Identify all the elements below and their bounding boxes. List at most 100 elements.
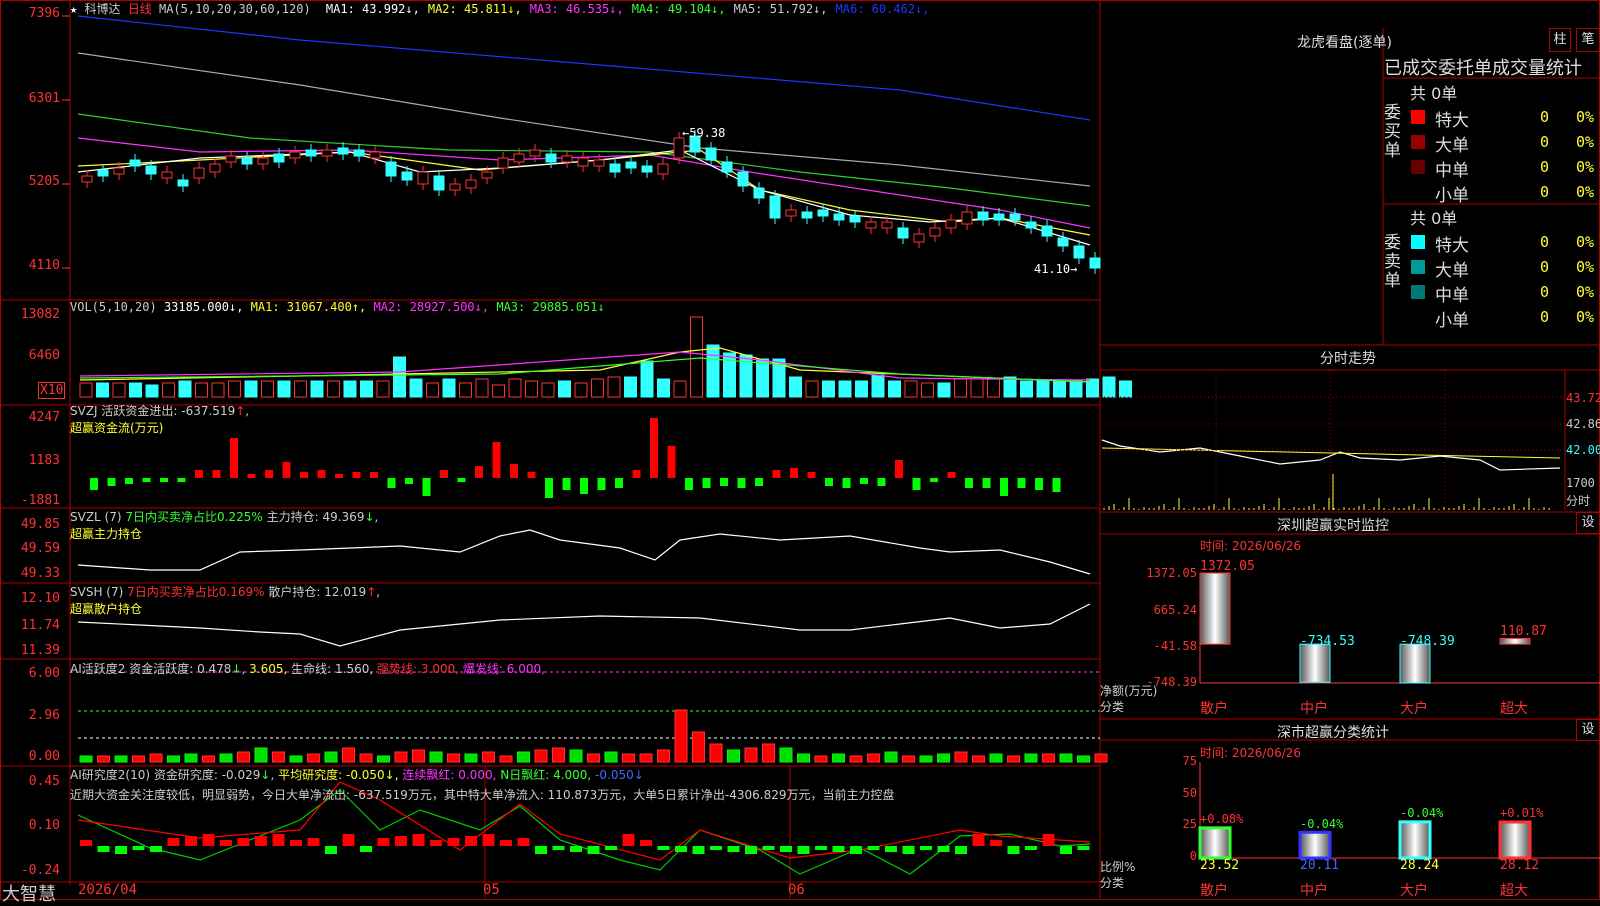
flow-bar: [720, 478, 728, 486]
research-bar: [675, 846, 687, 852]
candle-body: [161, 171, 173, 179]
monitor-category: 中户: [1300, 701, 1328, 717]
volume-bar: [706, 344, 720, 398]
flow-bar: [580, 478, 588, 494]
volume-bar: [838, 380, 852, 398]
candle-body: [145, 165, 157, 175]
research-bar: [1025, 846, 1037, 850]
monitor-settings-button[interactable]: 设: [1576, 512, 1600, 534]
ma-values: MA1: 43.992↓, MA2: 45.811↓, MA3: 46.535↓, M…: [318, 2, 930, 16]
activity-bar: [727, 749, 740, 763]
monitor-time: 时间: 2026/06/26: [1200, 539, 1302, 553]
candle-body: [769, 195, 781, 219]
activity-bar: [552, 747, 565, 763]
candle-body: [401, 171, 413, 181]
volume-bar: [393, 356, 406, 398]
candle-body: [785, 209, 797, 217]
tick-view-button[interactable]: 笔: [1576, 28, 1600, 52]
order-percent: 0%: [1576, 308, 1595, 326]
research-bar: [570, 846, 582, 852]
candle-body: [113, 167, 125, 175]
activity-bar: [272, 751, 285, 763]
bar-view-button[interactable]: 柱: [1549, 28, 1571, 52]
order-percent: 0%: [1576, 183, 1595, 201]
activity-bar: [797, 753, 810, 763]
order-count: 0: [1540, 133, 1550, 151]
candle-body: [849, 215, 861, 223]
kline-chart-canvas[interactable]: [0, 0, 1600, 900]
svsh-tick: 12.10: [20, 591, 60, 606]
period-label[interactable]: 日线: [128, 2, 152, 16]
svzj-tick: -1881: [20, 493, 60, 508]
research-bar: [132, 846, 145, 850]
activity-bar: [149, 753, 163, 763]
volume-bar: [145, 384, 159, 398]
volume-bar: [805, 380, 819, 398]
flow-bar: [947, 472, 956, 478]
volume-bar: [244, 380, 258, 398]
flow-bar: [650, 418, 658, 478]
flow-bar: [265, 470, 273, 478]
order-percent: 0%: [1576, 258, 1595, 276]
research-bar: [832, 846, 845, 852]
candle-body: [897, 227, 909, 239]
flow-bar: [807, 472, 816, 478]
classify-settings-button[interactable]: 设: [1576, 719, 1600, 741]
research-bar: [727, 846, 740, 852]
activity-bar: [254, 747, 268, 763]
candle-body: [417, 171, 429, 185]
classify-bar: [1198, 826, 1232, 860]
order-color-swatch: [1411, 285, 1425, 299]
sell-total: 共 0单: [1410, 209, 1458, 228]
vol-unit: X10: [38, 382, 66, 399]
flow-bar: [492, 442, 501, 478]
order-count: 0: [1540, 183, 1550, 201]
flow-bar: [142, 478, 151, 482]
research-bar: [622, 834, 635, 846]
research-bar: [535, 846, 547, 854]
activity-bar: [447, 753, 460, 763]
research-bar: [815, 846, 827, 850]
stats-tabs[interactable]: 已成交委托单成交量统计: [1384, 54, 1582, 80]
monitor-tick: 665.24: [1153, 603, 1197, 617]
research-bar: [465, 836, 477, 846]
activity-bar: [534, 749, 548, 763]
ma-value-1: MA1: 43.992↓,: [325, 2, 420, 16]
monitor-tick: 1372.05: [1146, 566, 1197, 580]
candle-body: [561, 155, 573, 163]
research-bar: [167, 838, 180, 846]
flow-bar: [930, 478, 938, 482]
research-bar: [290, 840, 302, 846]
order-color-swatch: [1411, 260, 1425, 274]
ai-active-header: AI活跃度2 资金活跃度: 0.478↓, 3.605, 生命线: 1.560,…: [70, 662, 545, 676]
flow-bar: [317, 470, 326, 478]
date-label: 05: [483, 882, 500, 898]
order-percent: 0%: [1576, 233, 1595, 251]
flow-bar: [860, 478, 868, 484]
svzj-subtitle: 超赢资金流(万元): [70, 421, 164, 435]
volume-bar: [376, 380, 390, 398]
ma6-line: [77, 15, 1091, 121]
volume-bar: [756, 358, 769, 398]
research-bar: [325, 846, 337, 854]
order-type-label: 特大: [1435, 111, 1469, 131]
order-count: 0: [1540, 158, 1550, 176]
classify-value: 28.12: [1500, 858, 1540, 873]
monitor-bar-value: 110.87: [1500, 624, 1547, 640]
order-count: 0: [1540, 233, 1550, 251]
classify-bar: [1498, 820, 1532, 860]
candle-body: [177, 179, 189, 187]
research-bar: [237, 838, 250, 846]
candle-body: [1009, 213, 1021, 221]
order-percent: 0%: [1576, 283, 1595, 301]
svsh-tick: 11.74: [20, 618, 60, 633]
flow-bar: [825, 478, 833, 486]
flow-bar: [597, 478, 606, 490]
price-tick: 5205: [28, 174, 60, 189]
ai-active-tick: 2.96: [28, 708, 60, 723]
candle-body: [625, 161, 637, 169]
ai-comment: 近期大资金关注度较低，明显弱势，今日大单净流出: -637.519万元，其中特大…: [70, 788, 895, 802]
candle-body: [241, 157, 253, 165]
favorite-star-icon[interactable]: ★: [70, 2, 77, 16]
flow-bar: [562, 478, 571, 490]
